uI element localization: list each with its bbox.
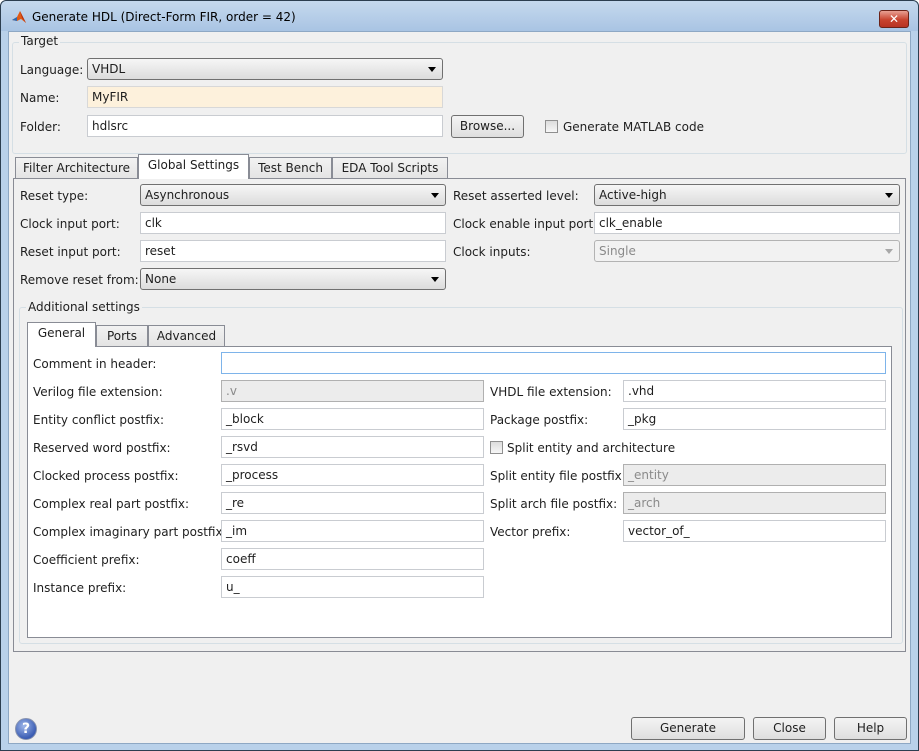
target-group-title: Target xyxy=(19,34,61,48)
complex-imag-field[interactable]: _im xyxy=(221,520,484,542)
split-entity-checkbox[interactable] xyxy=(490,441,503,454)
split-arch-postfix-field[interactable]: _arch xyxy=(623,492,886,514)
tab-advanced[interactable]: Advanced xyxy=(148,325,225,347)
tab-test-bench[interactable]: Test Bench xyxy=(249,157,332,179)
split-entity-postfix-label: Split entity file postfix: xyxy=(490,469,626,483)
tab-ports[interactable]: Ports xyxy=(96,325,148,347)
name-label: Name: xyxy=(20,91,60,105)
vector-prefix-label: Vector prefix: xyxy=(490,525,571,539)
reset-type-label: Reset type: xyxy=(20,189,89,203)
clock-inputs-value: Single xyxy=(599,244,636,258)
folder-label: Folder: xyxy=(20,120,61,134)
window-close-button[interactable]: ✕ xyxy=(879,10,909,28)
tab-eda-tool-scripts[interactable]: EDA Tool Scripts xyxy=(332,157,448,179)
clock-inputs-label: Clock inputs: xyxy=(453,245,531,259)
matlab-logo-icon xyxy=(12,11,26,23)
dialog-body: Target Language: VHDL Name: MyFIR Folder… xyxy=(8,31,911,744)
reset-input-field[interactable]: reset xyxy=(140,240,446,262)
entity-conflict-field[interactable]: _block xyxy=(221,408,484,430)
language-label: Language: xyxy=(20,63,84,77)
clock-enable-label: Clock enable input port: xyxy=(453,217,598,231)
split-entity-postfix-field[interactable]: _entity xyxy=(623,464,886,486)
vhdl-ext-field[interactable]: .vhd xyxy=(623,380,886,402)
tab-label: Ports xyxy=(106,329,138,343)
comment-header-input[interactable] xyxy=(221,352,886,374)
verilog-ext-label: Verilog file extension: xyxy=(33,385,163,399)
tab-general[interactable]: General xyxy=(27,322,96,347)
coefficient-prefix-field[interactable]: coeff xyxy=(221,548,484,570)
tab-filter-architecture[interactable]: Filter Architecture xyxy=(15,157,138,179)
clock-input-field[interactable]: clk xyxy=(140,212,446,234)
folder-input[interactable]: hdlsrc xyxy=(87,115,443,137)
complex-real-label: Complex real part postfix: xyxy=(33,497,190,511)
tab-label: Test Bench xyxy=(258,161,323,175)
reset-asserted-value: Active-high xyxy=(599,188,667,202)
help-icon[interactable]: ? xyxy=(15,718,37,740)
complex-imag-label: Complex imaginary part postfix: xyxy=(33,525,227,539)
tab-label: Filter Architecture xyxy=(23,161,130,175)
package-postfix-field[interactable]: _pkg xyxy=(623,408,886,430)
reset-type-value: Asynchronous xyxy=(145,188,230,202)
clock-enable-field[interactable]: clk_enable xyxy=(594,212,900,234)
reset-asserted-label: Reset asserted level: xyxy=(453,189,579,203)
remove-reset-label: Remove reset from: xyxy=(20,273,139,287)
tab-global-settings[interactable]: Global Settings xyxy=(138,154,249,179)
generate-hdl-dialog: Generate HDL (Direct-Form FIR, order = 4… xyxy=(0,0,919,751)
reset-type-dropdown[interactable]: Asynchronous xyxy=(140,184,446,206)
reset-input-label: Reset input port: xyxy=(20,245,121,259)
help-button[interactable]: Help xyxy=(834,717,907,740)
chevron-down-icon xyxy=(431,193,439,198)
reset-asserted-dropdown[interactable]: Active-high xyxy=(594,184,900,206)
chevron-down-icon xyxy=(428,67,436,72)
complex-real-field[interactable]: _re xyxy=(221,492,484,514)
generate-matlab-checkbox[interactable] xyxy=(545,120,558,133)
window-title: Generate HDL (Direct-Form FIR, order = 4… xyxy=(32,10,296,24)
tab-label: EDA Tool Scripts xyxy=(341,161,439,175)
chevron-down-icon xyxy=(431,277,439,282)
instance-prefix-label: Instance prefix: xyxy=(33,581,127,595)
reserved-word-field[interactable]: _rsvd xyxy=(221,436,484,458)
remove-reset-value: None xyxy=(145,272,177,286)
tab-label: Global Settings xyxy=(147,158,240,172)
clocked-process-label: Clocked process postfix: xyxy=(33,469,179,483)
coefficient-prefix-label: Coefficient prefix: xyxy=(33,553,140,567)
generate-button[interactable]: Generate xyxy=(631,717,745,740)
instance-prefix-field[interactable]: u_ xyxy=(221,576,484,598)
close-button[interactable]: Close xyxy=(753,717,826,740)
browse-button[interactable]: Browse... xyxy=(451,115,524,138)
vhdl-ext-label: VHDL file extension: xyxy=(490,385,612,399)
additional-settings-title: Additional settings xyxy=(26,300,142,314)
split-entity-label[interactable]: Split entity and architecture xyxy=(507,441,675,455)
remove-reset-dropdown[interactable]: None xyxy=(140,268,446,290)
verilog-ext-field[interactable]: .v xyxy=(221,380,484,402)
clock-inputs-dropdown[interactable]: Single xyxy=(594,240,900,262)
language-value: VHDL xyxy=(92,62,126,76)
package-postfix-label: Package postfix: xyxy=(490,413,589,427)
generate-matlab-label[interactable]: Generate MATLAB code xyxy=(563,120,704,134)
name-input[interactable]: MyFIR xyxy=(87,86,443,108)
tab-label: General xyxy=(37,326,86,340)
entity-conflict-label: Entity conflict postfix: xyxy=(33,413,165,427)
comment-label: Comment in header: xyxy=(33,357,157,371)
clock-input-label: Clock input port: xyxy=(20,217,120,231)
tab-label: Advanced xyxy=(156,329,217,343)
split-arch-postfix-label: Split arch file postfix: xyxy=(490,497,618,511)
clocked-process-field[interactable]: _process xyxy=(221,464,484,486)
chevron-down-icon xyxy=(885,193,893,198)
reserved-word-label: Reserved word postfix: xyxy=(33,441,171,455)
vector-prefix-field[interactable]: vector_of_ xyxy=(623,520,886,542)
title-bar[interactable]: Generate HDL (Direct-Form FIR, order = 4… xyxy=(1,1,918,31)
chevron-down-icon xyxy=(885,249,893,254)
language-dropdown[interactable]: VHDL xyxy=(87,58,443,80)
